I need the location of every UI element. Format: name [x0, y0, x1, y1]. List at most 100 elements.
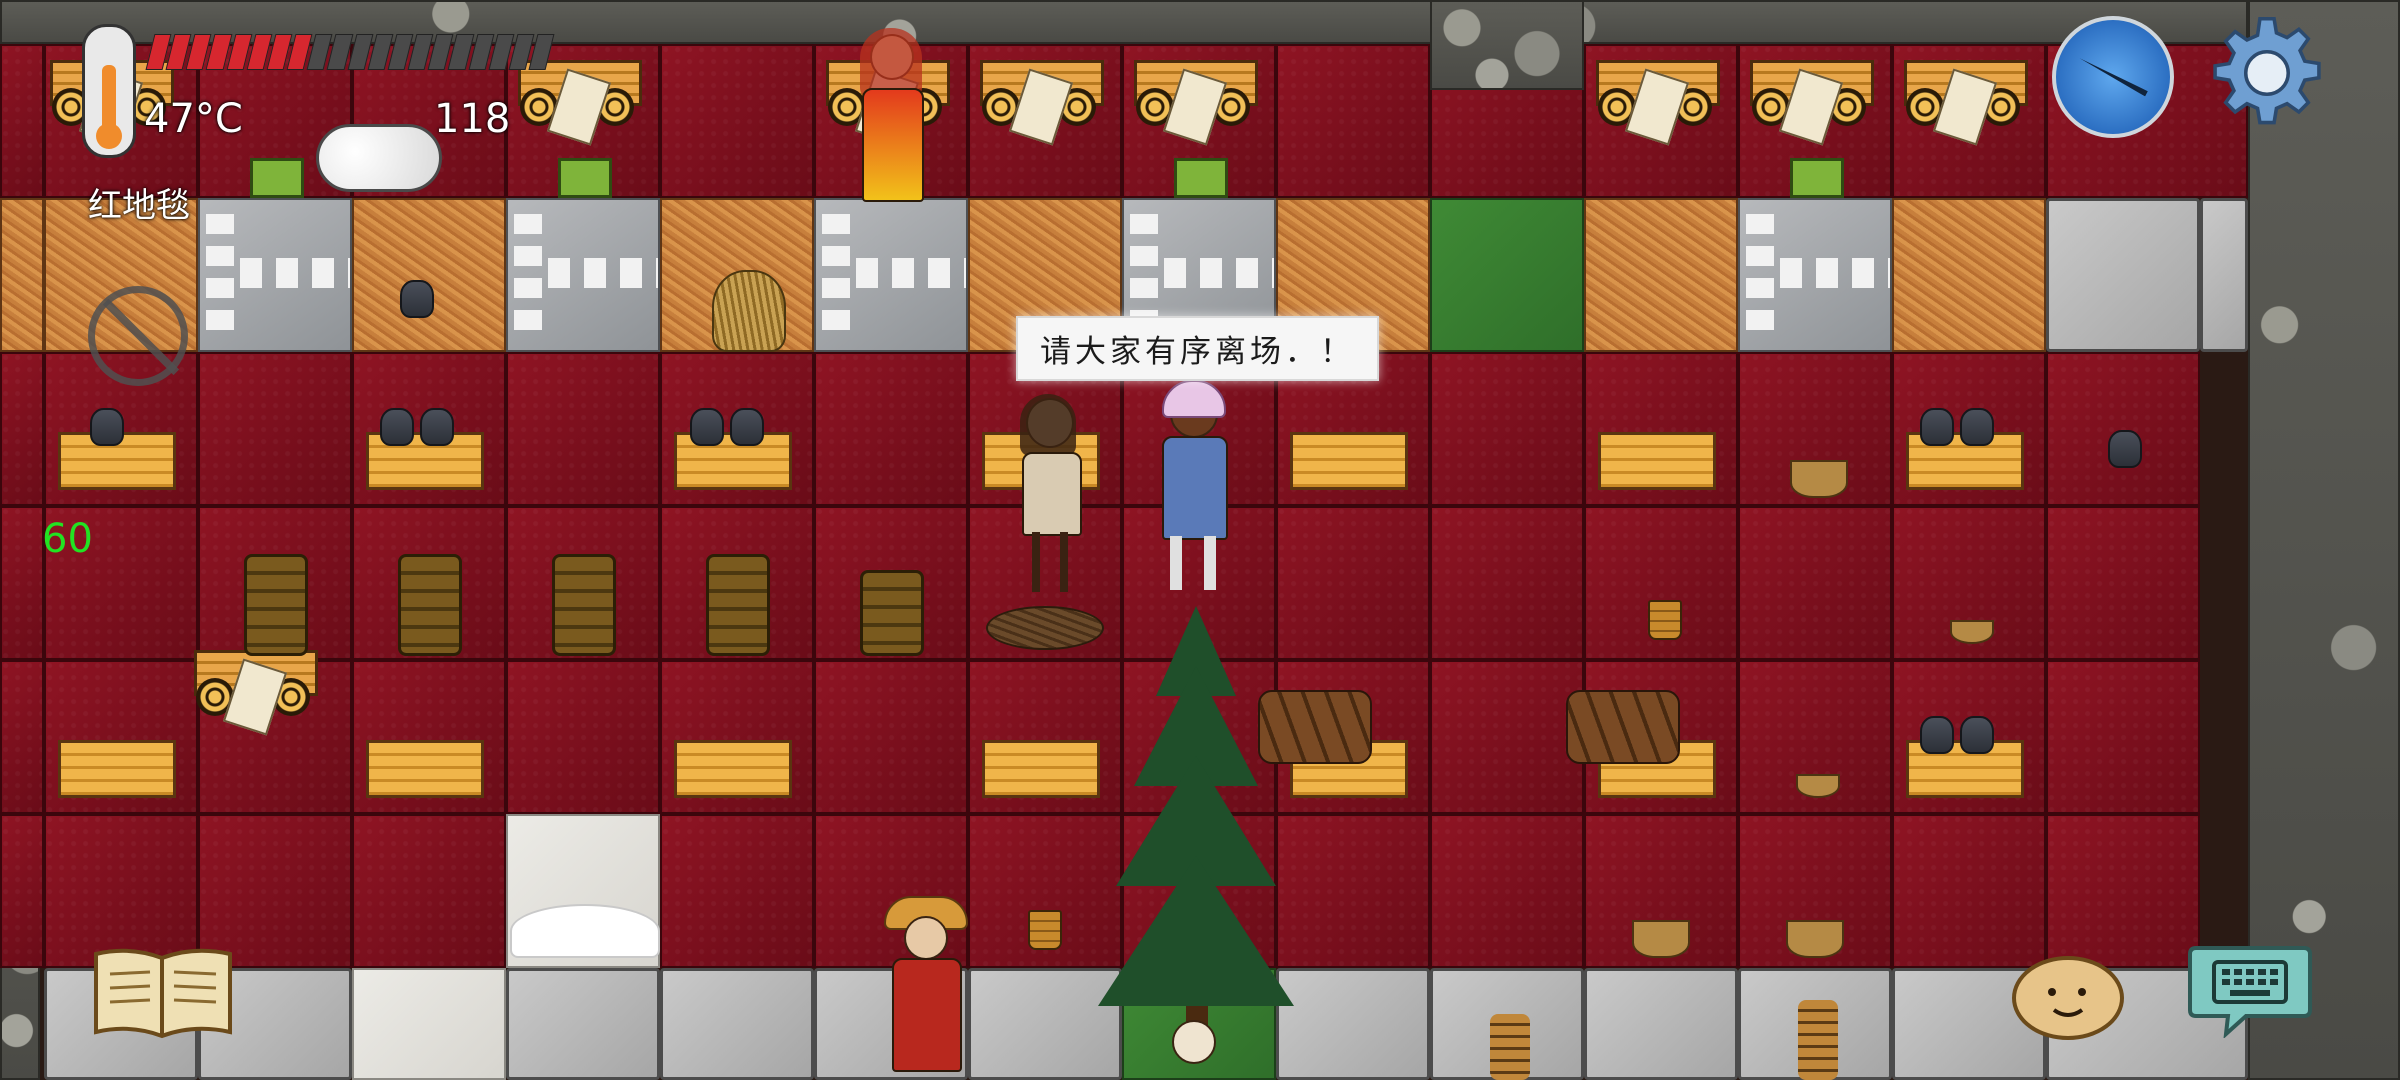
villager-red-dress[interactable]: [846, 28, 936, 228]
woven-basket[interactable]: [1790, 460, 1848, 498]
storage-crate[interactable]: [1290, 432, 1408, 490]
red-carpet-tile: [2046, 814, 2200, 968]
basket-stack[interactable]: [706, 554, 770, 656]
red-carpet-tile: [0, 660, 44, 814]
stone-slab-tile: [660, 968, 814, 1080]
wooden-bucket[interactable]: [1028, 910, 1062, 950]
keyboard-icon[interactable]: [2186, 940, 2314, 1038]
grass-tile: [1430, 198, 1584, 352]
red-carpet-tile: [1738, 506, 1892, 660]
water-jug[interactable]: [380, 408, 414, 446]
green-bench[interactable]: [1790, 158, 1844, 198]
villager-bottom[interactable]: [1168, 1020, 1218, 1080]
woven-basket[interactable]: [1632, 920, 1690, 958]
food-meter: [145, 34, 555, 70]
green-bench[interactable]: [558, 158, 612, 198]
red-carpet-tile: [1430, 506, 1584, 660]
water-jug[interactable]: [1920, 408, 1954, 446]
hair: [1020, 394, 1076, 456]
water-jug[interactable]: [400, 280, 434, 318]
stone-floor-tile: [198, 198, 352, 352]
stone-slab-tile: [1584, 968, 1738, 1080]
water-jug[interactable]: [420, 408, 454, 446]
gear-icon[interactable]: [2208, 14, 2326, 132]
villager-straw-hat[interactable]: [878, 896, 974, 1080]
stone-slab-tile: [506, 968, 660, 1080]
player-character[interactable]: [1148, 380, 1238, 598]
red-carpet-tile: [660, 814, 814, 968]
speech-bubble: 请大家有序离场．！: [1016, 316, 1379, 381]
stacked-plates[interactable]: [1490, 1014, 1530, 1080]
water-jug[interactable]: [1960, 408, 1994, 446]
stone-slab-tile: [2200, 198, 2248, 352]
book-icon[interactable]: [90, 944, 236, 1040]
basket-stack[interactable]: [244, 554, 308, 656]
storage-crate[interactable]: [982, 740, 1100, 798]
handcart[interactable]: [1898, 30, 2028, 146]
storage-crate[interactable]: [674, 740, 792, 798]
red-carpet-tile: [0, 44, 44, 198]
handcart[interactable]: [1590, 30, 1720, 146]
red-carpet-tile: [2046, 506, 2200, 660]
bowl[interactable]: [1796, 774, 1840, 798]
water-jug[interactable]: [690, 408, 724, 446]
handcart[interactable]: [974, 30, 1104, 146]
emote-face-icon[interactable]: [2010, 950, 2126, 1042]
woven-basket[interactable]: [1786, 920, 1844, 958]
snow-pile: [510, 904, 660, 958]
straw-floor-tile: [352, 198, 506, 352]
green-bench[interactable]: [1174, 158, 1228, 198]
basket-stack[interactable]: [552, 554, 616, 656]
stone-floor-tile: [1738, 198, 1892, 352]
temperature-readout: 47°C: [144, 96, 243, 142]
storage-crate[interactable]: [1598, 432, 1716, 490]
no-entry-icon: [88, 286, 188, 386]
red-carpet-tile: [352, 814, 506, 968]
red-carpet-tile: [1276, 814, 1430, 968]
snow-tile: [352, 968, 506, 1080]
handcart[interactable]: [1744, 30, 1874, 146]
villager-fur-cloak[interactable]: [1002, 394, 1098, 596]
straw-bundle[interactable]: [712, 270, 786, 352]
storage-crate[interactable]: [366, 740, 484, 798]
stacked-plates[interactable]: [1798, 1000, 1838, 1080]
handcart[interactable]: [1128, 30, 1258, 146]
green-bench[interactable]: [250, 158, 304, 198]
red-carpet-tile: [506, 660, 660, 814]
water-jug[interactable]: [2108, 430, 2142, 468]
water-jug[interactable]: [1920, 716, 1954, 754]
christmas-tree[interactable]: [1096, 606, 1296, 1036]
red-carpet-tile: [0, 352, 44, 506]
water-jug[interactable]: [90, 408, 124, 446]
sheep[interactable]: [316, 124, 442, 192]
red-carpet-tile: [814, 660, 968, 814]
red-carpet-tile: [1276, 44, 1430, 198]
basket-stack[interactable]: [860, 570, 924, 656]
straw-floor-tile: [1584, 198, 1738, 352]
wooden-bucket[interactable]: [1648, 600, 1682, 640]
storage-crate[interactable]: [58, 740, 176, 798]
red-carpet-tile: [1430, 660, 1584, 814]
red-carpet-tile: [1892, 814, 2046, 968]
bowl[interactable]: [1950, 620, 1994, 644]
water-jug[interactable]: [730, 408, 764, 446]
mat[interactable]: [986, 606, 1104, 650]
rock-wall-tile: [2248, 0, 2400, 1080]
log-pile[interactable]: [1566, 690, 1680, 764]
basket-stack[interactable]: [398, 554, 462, 656]
red-carpet-tile: [0, 814, 44, 968]
legs: [1170, 536, 1216, 590]
compass-icon[interactable]: [2052, 16, 2174, 138]
straw-floor-tile: [1892, 198, 2046, 352]
game-viewport[interactable]: 47°C 118 红地毯 60 请大家有序离场．！: [0, 0, 2400, 1080]
rock-wall-notch: [1430, 0, 1584, 90]
red-carpet-tile: [506, 352, 660, 506]
red-carpet-tile: [1430, 814, 1584, 968]
stone-floor-tile: [506, 198, 660, 352]
red-carpet-tile: [660, 44, 814, 198]
straw-floor-tile: [0, 198, 44, 352]
red-carpet-tile: [0, 506, 44, 660]
water-jug[interactable]: [1960, 716, 1994, 754]
age-readout: 118: [434, 96, 511, 142]
red-carpet-tile: [1276, 506, 1430, 660]
